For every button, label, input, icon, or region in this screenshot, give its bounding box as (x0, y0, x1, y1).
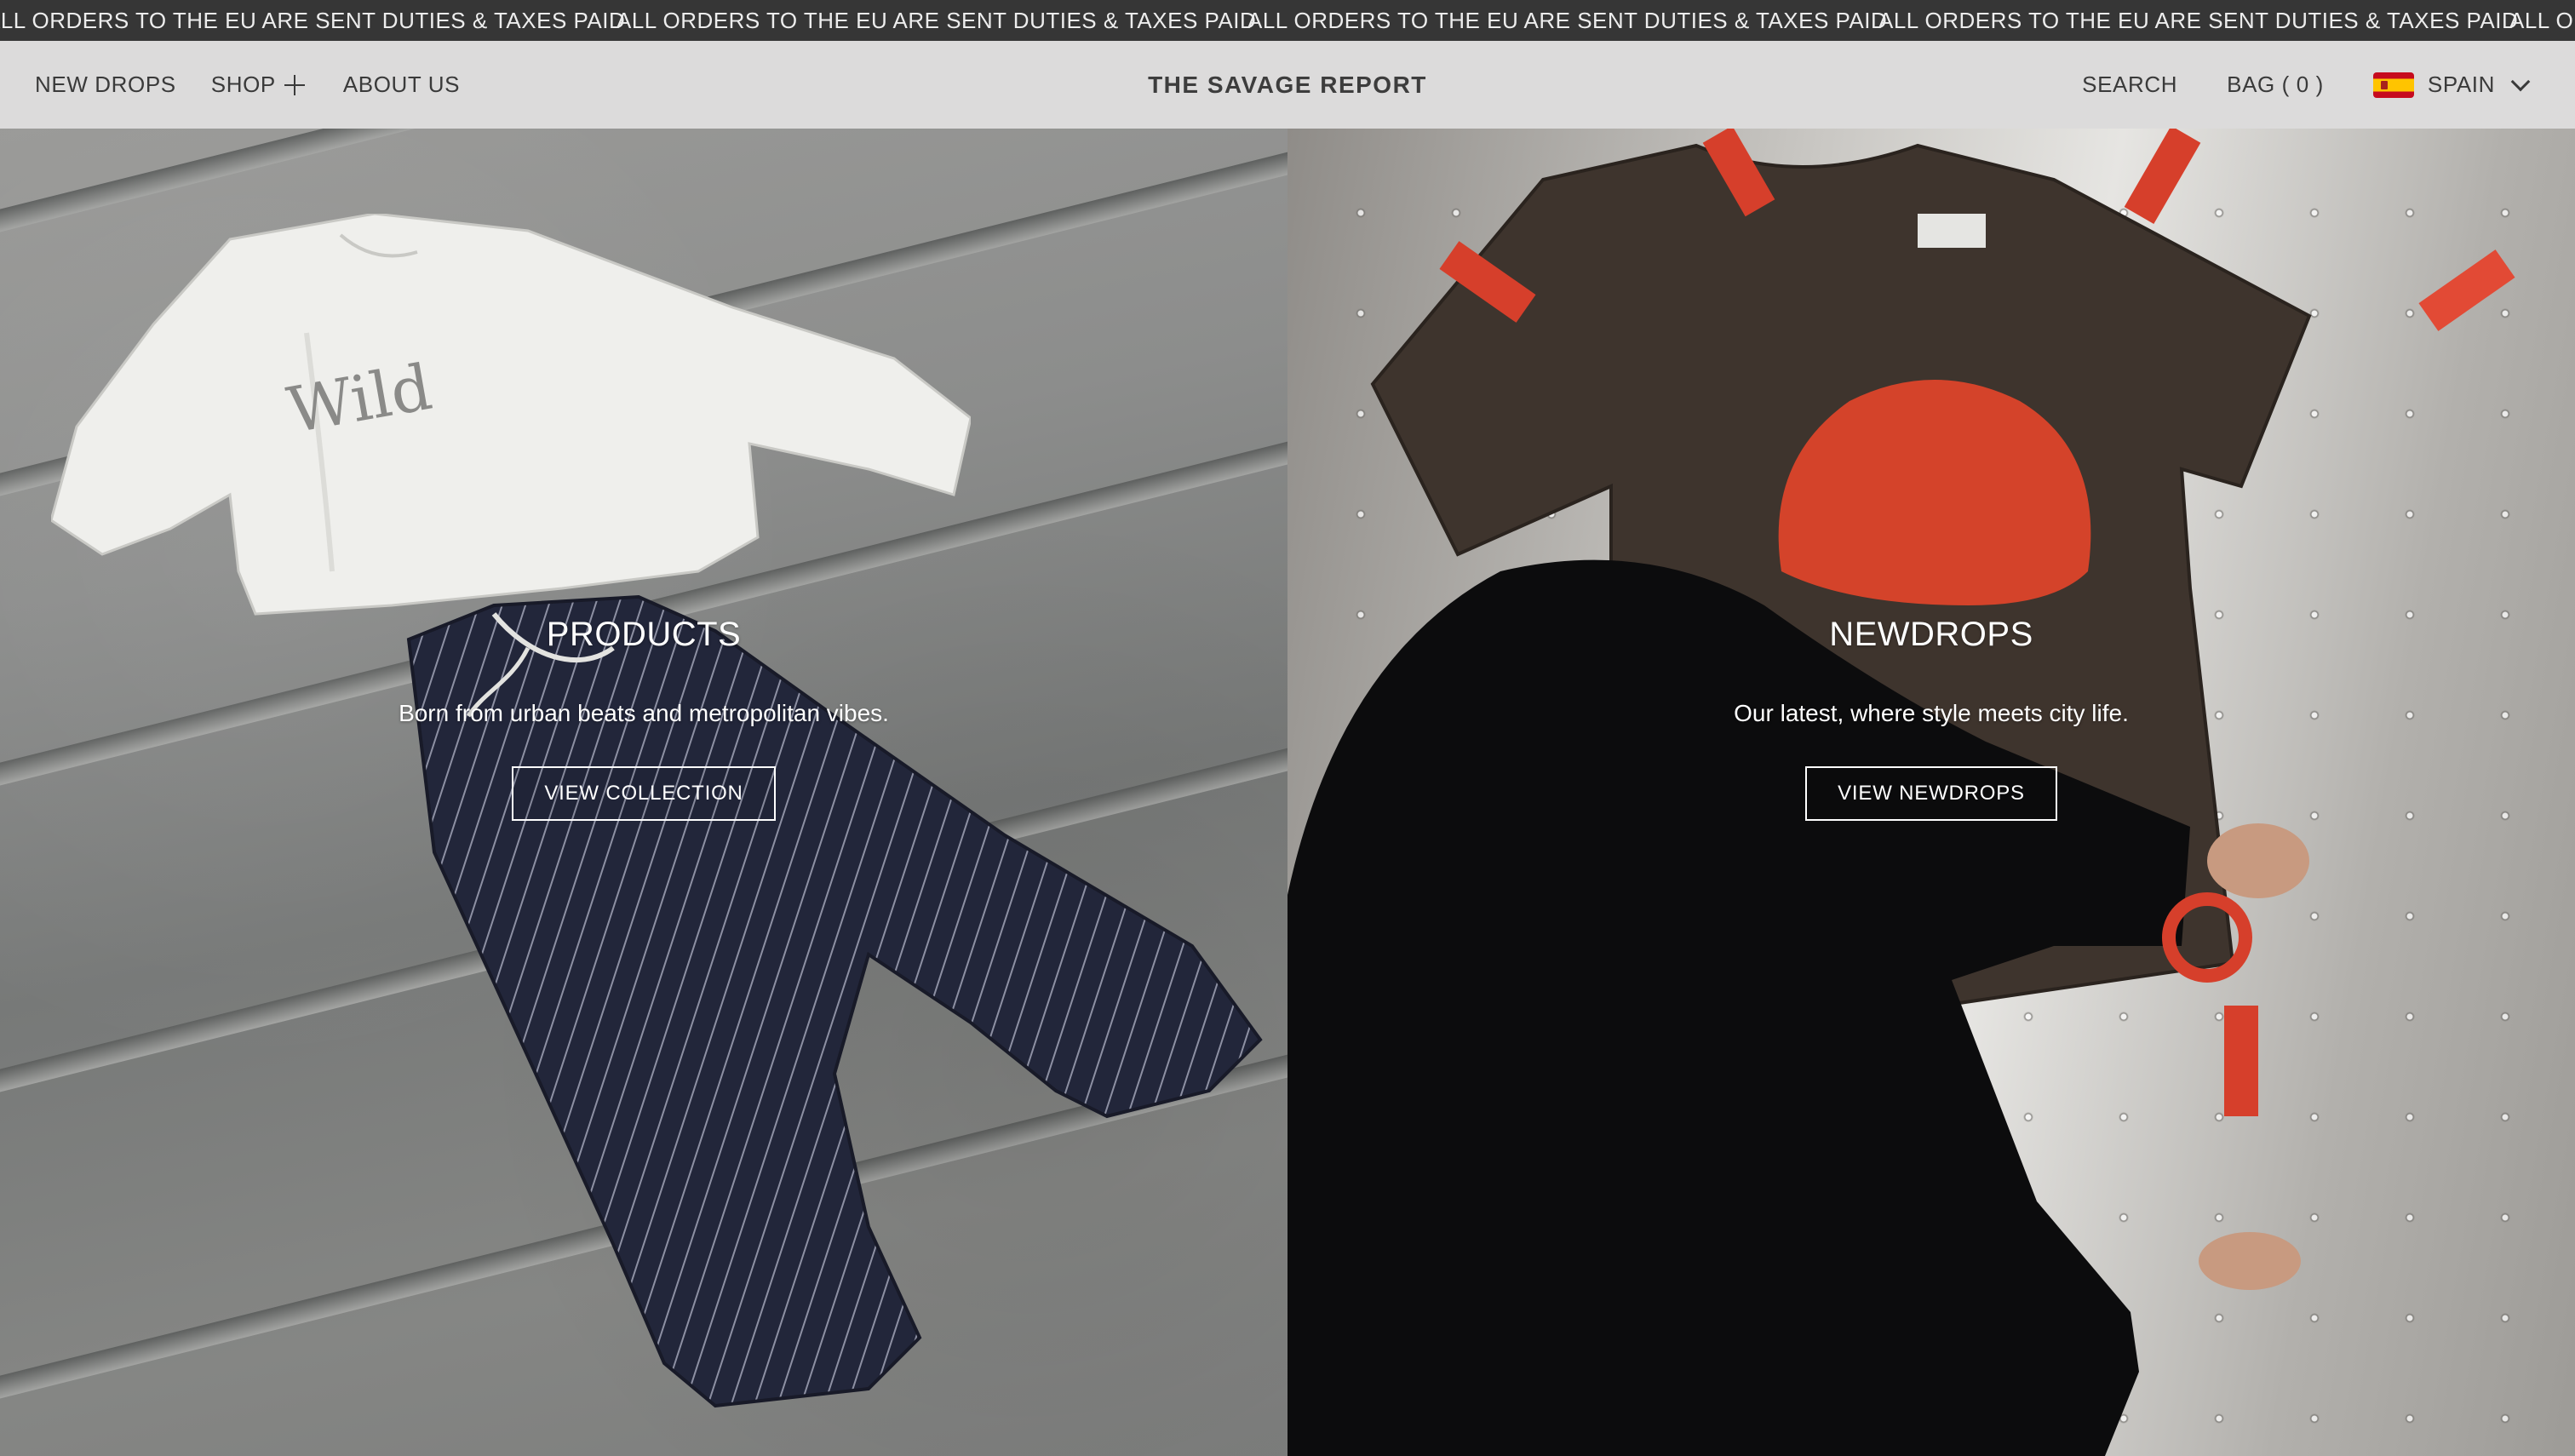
country-selector[interactable]: SPAIN (2372, 72, 2531, 98)
announcement-message: ALL ORDERS TO THE EU ARE SENT DUTIES & T… (617, 7, 1257, 33)
chevron-down-icon[interactable] (2510, 72, 2531, 91)
products-title: PRODUCTS (546, 616, 742, 653)
nav-new-drops[interactable]: NEW DROPS (35, 72, 176, 98)
brand-logo[interactable]: THE SAVAGE REPORT (1148, 72, 1427, 99)
announcement-message: ALL ORDERS TO THE EU ARE SENT DUTIES & T… (1878, 7, 2519, 33)
announcement-message: ALL ORDERS TO THE EU ARE SENT DUTIES & T… (1247, 7, 1888, 33)
bag-link[interactable]: BAG ( 0 ) (2227, 72, 2324, 98)
site-header: NEW DROPS SHOP ABOUT US THE SAVAGE REPOR… (0, 41, 2575, 129)
header-actions: SEARCH BAG ( 0 ) SPAIN (2033, 41, 2531, 129)
announcement-message: ALL OR (2509, 7, 2575, 33)
view-newdrops-button[interactable]: VIEW NEWDROPS (1805, 766, 2057, 821)
country-label[interactable]: SPAIN (2428, 72, 2495, 98)
nav-about-us[interactable]: ABOUT US (343, 72, 460, 98)
plus-icon[interactable] (284, 74, 305, 95)
main-nav: NEW DROPS SHOP ABOUT US (35, 41, 495, 129)
products-overlay: PRODUCTS Born from urban beats and metro… (0, 612, 1288, 821)
nav-shop[interactable]: SHOP (211, 72, 305, 98)
search-link[interactable]: SEARCH (2082, 72, 2177, 98)
hero-products-panel[interactable]: Wild PRODUCTS Born from urban beats and … (0, 129, 1288, 1456)
announcement-message: ALL ORDERS TO THE EU ARE SENT DUTIES & T… (0, 7, 626, 33)
hero-newdrops-panel[interactable]: NEWDROPS Our latest, where style meets c… (1288, 129, 2575, 1456)
view-collection-button[interactable]: VIEW COLLECTION (512, 766, 776, 821)
nav-shop-label[interactable]: SHOP (211, 72, 276, 98)
newdrops-overlay: NEWDROPS Our latest, where style meets c… (1288, 612, 2575, 821)
newdrops-description: Our latest, where style meets city life. (1734, 700, 2129, 726)
products-description: Born from urban beats and metropolitan v… (399, 700, 889, 726)
announcement-bar: ALL ORDERS TO THE EU ARE SENT DUTIES & T… (0, 0, 2575, 41)
newdrops-title: NEWDROPS (1829, 616, 2033, 653)
announcement-track: ALL ORDERS TO THE EU ARE SENT DUTIES & T… (0, 0, 2575, 41)
spain-flag-icon (2372, 72, 2414, 98)
